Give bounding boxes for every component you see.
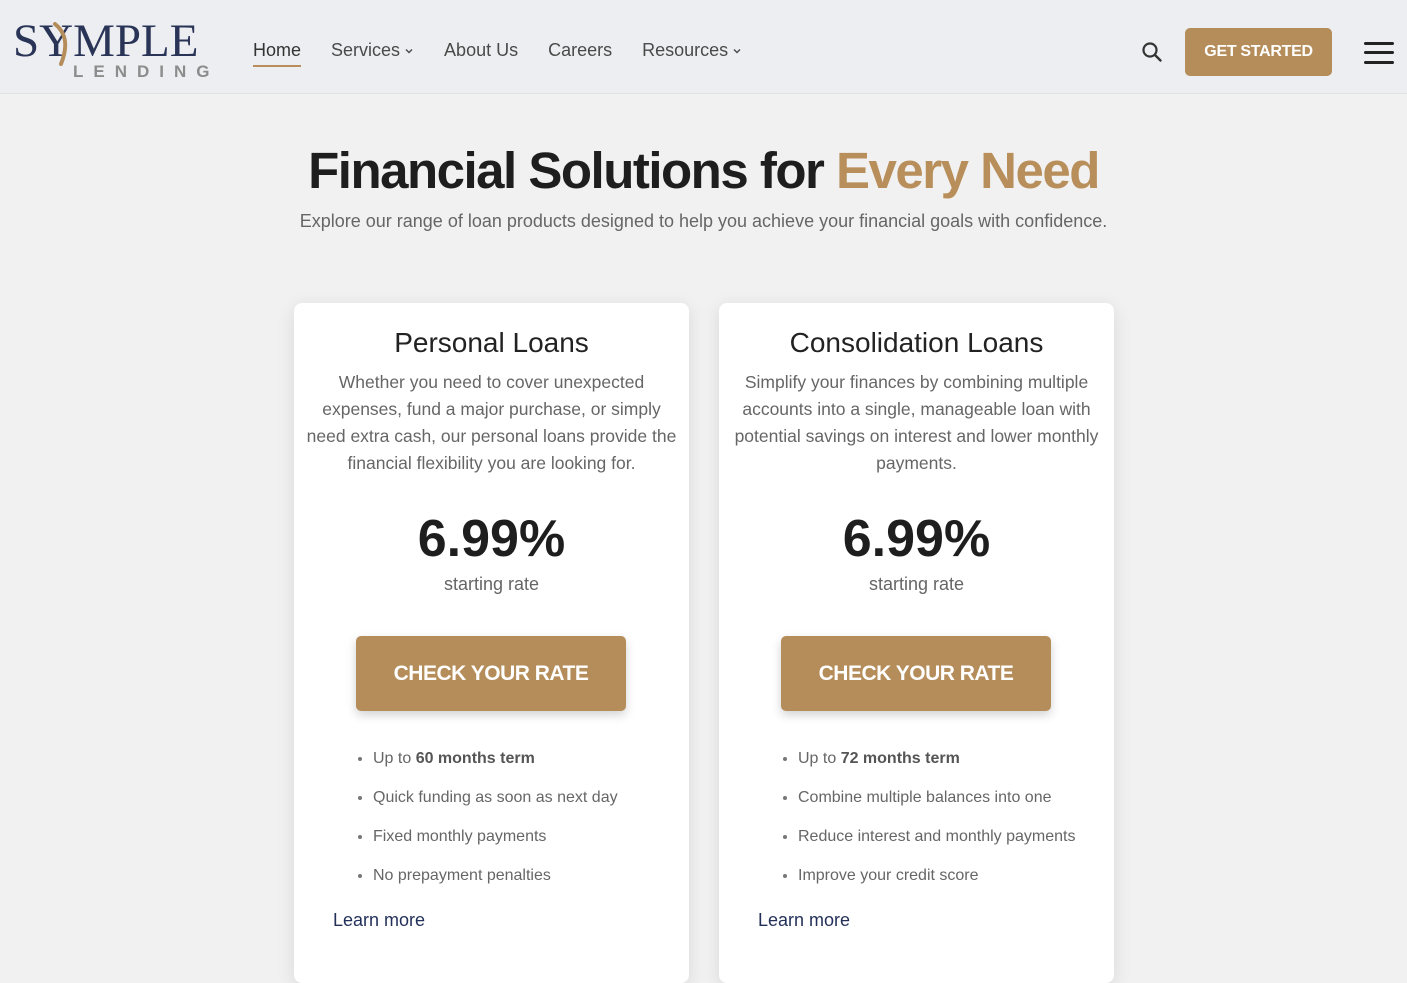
symple-lending-logo[interactable]: SYMPLE LENDING <box>13 18 218 84</box>
main-nav: Home Services About Us Careers Resources <box>253 40 772 67</box>
chevron-down-icon <box>733 48 741 53</box>
feature-item: Fixed monthly payments <box>373 817 618 856</box>
card-title: Consolidation Loans <box>789 327 1044 358</box>
logo-subtitle: LENDING <box>73 62 220 81</box>
title-accent-text: Every Need <box>836 142 1100 199</box>
card-title: Personal Loans <box>394 327 589 358</box>
feature-list: Up to 60 months term Quick funding as so… <box>356 739 618 895</box>
starting-rate-label: starting rate <box>868 574 965 594</box>
check-your-rate-button[interactable]: CHECK YOUR RATE <box>781 636 1051 711</box>
starting-rate-value: 6.99% <box>417 510 566 568</box>
logo-wordmark: SYMPLE <box>13 15 199 67</box>
nav-item-label: Services <box>331 40 401 60</box>
nav-item-label: Careers <box>548 40 613 60</box>
chevron-down-icon <box>405 48 413 53</box>
feature-list: Up to 72 months term Combine multiple ba… <box>781 739 1075 895</box>
nav-item-label: Resources <box>642 40 729 60</box>
check-your-rate-button[interactable]: CHECK YOUR RATE <box>356 636 626 711</box>
nav-item-about-us[interactable]: About Us <box>444 40 518 61</box>
loan-card-personal: Personal Loans Whether you need to cover… <box>294 303 689 983</box>
site-header: SYMPLE LENDING Home Services About Us Ca… <box>0 0 1407 94</box>
feature-item: Combine multiple balances into one <box>798 778 1075 817</box>
page-title: Financial Solutions for Every Need <box>0 141 1407 200</box>
loan-card-consolidation: Consolidation Loans Simplify your financ… <box>719 303 1114 983</box>
nav-item-services[interactable]: Services <box>331 40 414 61</box>
nav-item-home[interactable]: Home <box>253 40 302 67</box>
feature-item: Quick funding as soon as next day <box>373 778 618 817</box>
card-description: Whether you need to cover unexpected exp… <box>306 372 677 473</box>
search-icon[interactable] <box>1141 41 1163 63</box>
feature-item: Improve your credit score <box>798 856 1075 895</box>
logo-swoosh-icon <box>53 22 68 66</box>
page-subtitle: Explore our range of loan products desig… <box>299 211 1108 231</box>
feature-item: Up to 60 months term <box>373 739 618 778</box>
nav-item-label: About Us <box>444 40 519 60</box>
starting-rate-label: starting rate <box>443 574 540 594</box>
nav-item-label: Home <box>253 40 302 60</box>
title-main-text: Financial Solutions for <box>308 142 837 199</box>
card-description: Simplify your finances by combining mult… <box>734 372 1099 473</box>
nav-item-careers[interactable]: Careers <box>548 40 612 61</box>
feature-item: No prepayment penalties <box>373 856 618 895</box>
hamburger-menu-icon[interactable] <box>1364 41 1394 65</box>
learn-more-link[interactable]: Learn more <box>758 910 850 931</box>
feature-item: Reduce interest and monthly payments <box>798 817 1075 856</box>
learn-more-link[interactable]: Learn more <box>333 910 425 931</box>
feature-item: Up to 72 months term <box>798 739 1075 778</box>
get-started-button[interactable]: GET STARTED <box>1185 28 1332 76</box>
nav-item-resources[interactable]: Resources <box>642 40 742 61</box>
starting-rate-value: 6.99% <box>842 510 991 568</box>
